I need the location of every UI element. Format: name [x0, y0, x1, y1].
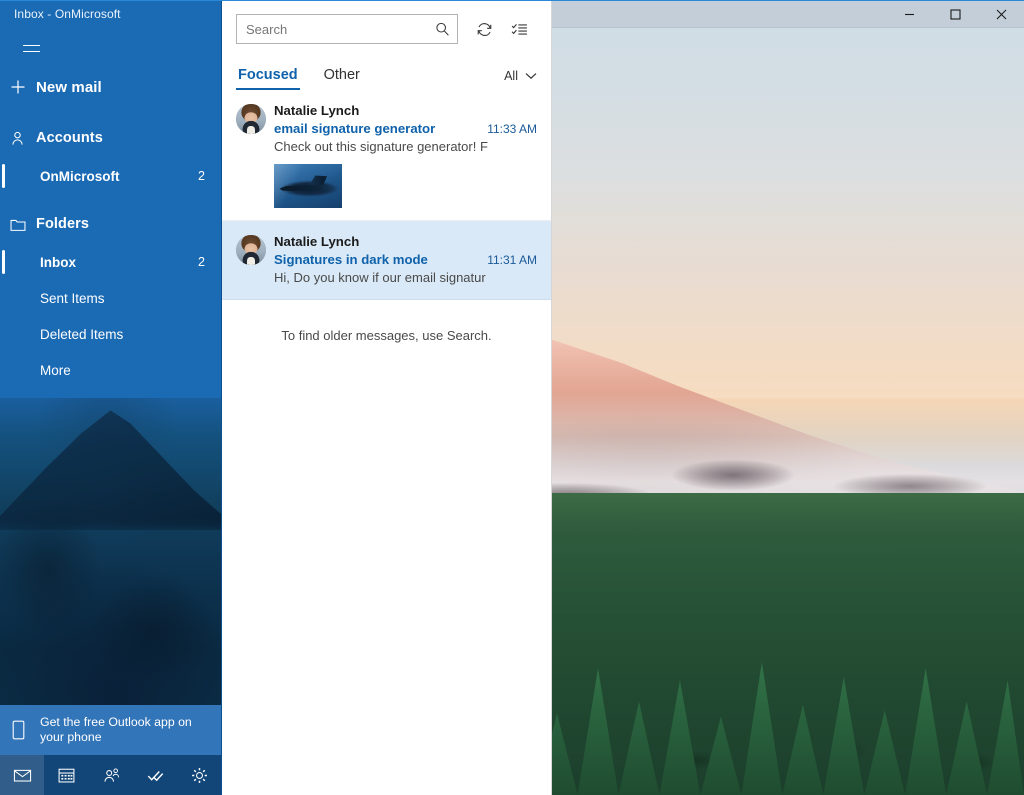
- sidebar-item-more[interactable]: More: [0, 352, 221, 388]
- outlook-mail-window: Inbox - OnMicrosoft New mail: [0, 0, 1024, 795]
- promo-text: Get the free Outlook app on your phone: [40, 715, 208, 745]
- sender-name: Natalie Lynch: [274, 102, 537, 119]
- gear-icon[interactable]: [178, 755, 222, 795]
- tab-focused[interactable]: Focused: [236, 67, 300, 90]
- mail-icon[interactable]: [0, 755, 44, 795]
- calendar-icon[interactable]: [44, 755, 88, 795]
- message-subject: Signatures in dark mode: [274, 251, 479, 269]
- module-switcher-bar: [0, 755, 222, 795]
- sidebar-item-onmicrosoft[interactable]: OnMicrosoft 2: [0, 158, 221, 194]
- list-item-body: Natalie Lynch Signatures in dark mode 11…: [274, 233, 537, 287]
- chevron-down-icon: [525, 72, 537, 80]
- nav-spacer-2: [0, 194, 221, 204]
- inline-image-preview[interactable]: [274, 164, 342, 208]
- search-icon[interactable]: [435, 22, 450, 37]
- folder-unread-count: 2: [198, 255, 205, 269]
- check-icon[interactable]: [133, 755, 177, 795]
- list-item[interactable]: Natalie Lynch Signatures in dark mode 11…: [222, 221, 551, 300]
- new-mail-button[interactable]: New mail: [0, 66, 221, 108]
- maximize-button[interactable]: [932, 0, 978, 28]
- sender-name: Natalie Lynch: [274, 233, 537, 250]
- folders-header[interactable]: Folders: [0, 204, 221, 244]
- minimize-button[interactable]: [886, 0, 932, 28]
- folder-label: Sent Items: [40, 291, 205, 306]
- message-preview: Check out this signature generator! F: [274, 138, 489, 156]
- message-preview: Hi, Do you know if our email signatur: [274, 269, 489, 287]
- list-item-body: Natalie Lynch email signature generator …: [274, 102, 537, 208]
- filter-dropdown[interactable]: All: [504, 69, 537, 90]
- filter-label: All: [504, 69, 518, 83]
- sidebar-item-inbox[interactable]: Inbox 2: [0, 244, 221, 280]
- folder-icon: [10, 217, 36, 232]
- plus-icon: [10, 79, 36, 95]
- sync-icon[interactable]: [467, 14, 502, 44]
- tab-other[interactable]: Other: [322, 67, 362, 90]
- search-box[interactable]: [236, 14, 458, 44]
- accounts-label: Accounts: [36, 130, 103, 146]
- account-name-label: OnMicrosoft: [40, 169, 198, 184]
- folder-label: Inbox: [40, 255, 198, 270]
- search-input[interactable]: [237, 15, 457, 43]
- outlook-mobile-promo[interactable]: Get the free Outlook app on your phone: [0, 705, 222, 755]
- subject-row: email signature generator 11:33 AM: [274, 120, 537, 138]
- hamburger-menu-icon[interactable]: [10, 32, 52, 66]
- focused-other-tabs: Focused Other All: [236, 60, 537, 90]
- people-icon[interactable]: [89, 755, 133, 795]
- message-time: 11:31 AM: [479, 253, 537, 267]
- list-item[interactable]: Natalie Lynch email signature generator …: [222, 90, 551, 221]
- avatar: [236, 104, 266, 134]
- older-messages-hint: To find older messages, use Search.: [222, 300, 551, 343]
- folder-label: More: [40, 363, 205, 378]
- selection-indicator: [2, 164, 5, 188]
- sidebar-item-sent-items[interactable]: Sent Items: [0, 280, 221, 316]
- select-mode-icon[interactable]: [502, 14, 537, 44]
- accounts-header[interactable]: Accounts: [0, 118, 221, 158]
- message-time: 11:33 AM: [479, 122, 537, 136]
- close-button[interactable]: [978, 0, 1024, 28]
- sidebar-item-deleted-items[interactable]: Deleted Items: [0, 316, 221, 352]
- message-subject: email signature generator: [274, 120, 479, 138]
- nav-spacer-1: [0, 108, 221, 118]
- search-row: [236, 14, 537, 44]
- avatar: [236, 235, 266, 265]
- navigation-pane: Inbox - OnMicrosoft New mail: [0, 0, 222, 795]
- person-icon: [10, 131, 36, 146]
- message-list-pane: Focused Other All Natalie Lynch email: [222, 0, 552, 795]
- account-unread-count: 2: [198, 169, 205, 183]
- new-mail-label: New mail: [36, 79, 102, 96]
- phone-icon: [12, 720, 30, 740]
- window-title: Inbox - OnMicrosoft: [0, 0, 221, 22]
- subject-row: Signatures in dark mode 11:31 AM: [274, 251, 537, 269]
- nav-content: Inbox - OnMicrosoft New mail: [0, 0, 221, 388]
- selection-indicator: [2, 250, 5, 274]
- window-title-bar[interactable]: [552, 0, 1024, 28]
- folder-label: Deleted Items: [40, 327, 205, 342]
- folders-label: Folders: [36, 216, 89, 232]
- list-toolbar: Focused Other All: [222, 0, 551, 90]
